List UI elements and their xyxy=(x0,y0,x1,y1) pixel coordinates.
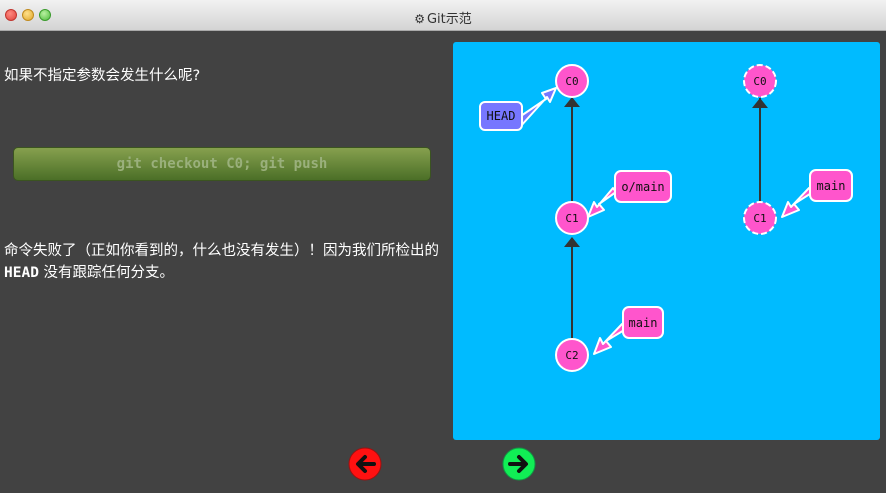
local-commit-c2-label: C2 xyxy=(565,349,578,362)
o-main-label: o/main xyxy=(621,180,664,194)
remote-commit-c1-label: C1 xyxy=(753,212,766,225)
back-button[interactable] xyxy=(348,447,382,481)
window-title-text: Git示范 xyxy=(426,12,472,27)
o-main-arrow xyxy=(587,187,617,218)
local-main-arrow xyxy=(593,323,627,355)
arrow-left-icon xyxy=(348,447,382,481)
forward-button[interactable] xyxy=(502,447,536,481)
head-code-label: HEAD xyxy=(4,265,39,281)
window-title: ⚙ Git示范 xyxy=(0,8,886,27)
explanation-text: 命令失败了（正如你看到的，什么也没有发生）！因为我们所检出的 HEAD 没有跟踪… xyxy=(4,240,444,284)
gear-icon: ⚙ xyxy=(414,12,425,26)
remote-commit-c0-label: C0 xyxy=(753,75,766,88)
run-command-button[interactable]: git checkout C0; git push xyxy=(13,147,431,181)
window-titlebar: ⚙ Git示范 xyxy=(0,0,886,31)
intro-text: 如果不指定参数会发生什么呢? xyxy=(4,68,201,84)
edge-c2-c1-arrowhead xyxy=(564,237,580,247)
explanation-part-2: 没有跟踪任何分支。 xyxy=(38,265,175,281)
local-commit-c1-label: C1 xyxy=(565,212,578,225)
explanation-part-1: 命令失败了（正如你看到的，什么也没有发生）！因为我们所检出的 xyxy=(4,243,439,259)
remote-main-label: main xyxy=(817,179,846,193)
remote-main-arrow xyxy=(781,187,814,218)
edge-c1-c0-arrowhead xyxy=(564,97,580,107)
head-label: HEAD xyxy=(487,109,516,123)
local-main-label: main xyxy=(629,316,658,330)
git-visualization-canvas: HEAD o/main main C0 C1 C2 main C0 C1 xyxy=(453,42,880,440)
git-tree-svg: HEAD o/main main C0 C1 C2 main C0 C1 xyxy=(479,64,853,372)
arrow-right-icon xyxy=(502,447,536,481)
local-commit-c0-label: C0 xyxy=(565,75,578,88)
remote-edge-arrowhead xyxy=(752,98,768,108)
